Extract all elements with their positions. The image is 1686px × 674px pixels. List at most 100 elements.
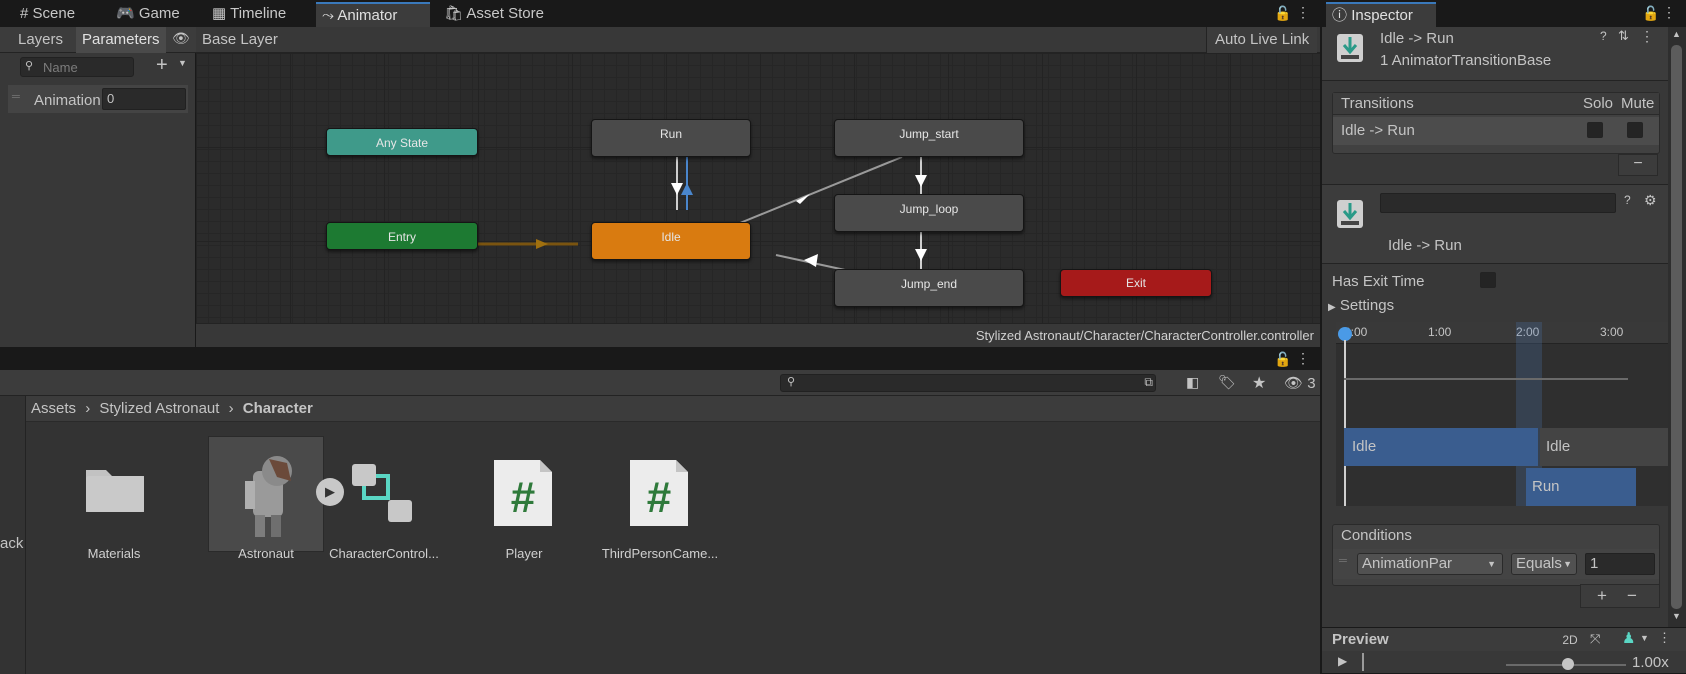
kebab-menu-icon[interactable]: ⋮ — [1296, 350, 1310, 367]
remove-transition-button[interactable]: − — [1618, 154, 1658, 176]
transition-name-input[interactable] — [1380, 193, 1616, 213]
state-any-state[interactable]: Any State — [326, 128, 478, 156]
transition-row[interactable]: Idle -> Run — [1333, 117, 1659, 145]
search-field[interactable]: ⚲ Name — [20, 57, 134, 77]
timeline-bar-run[interactable]: Run — [1526, 468, 1636, 506]
lock-icon[interactable]: 🔓 — [1274, 351, 1291, 368]
asset-label: ThirdPersonCame... — [601, 546, 719, 561]
inspector-window: ⓘ Inspector 🔓 ⋮ Idle -> Run 1 AnimatorTr… — [1320, 0, 1686, 673]
preview-scrubber[interactable] — [1362, 653, 1364, 671]
state-exit[interactable]: Exit — [1060, 269, 1212, 297]
svg-text:#: # — [511, 473, 535, 522]
state-jump-end[interactable]: Jump_end — [834, 269, 1024, 307]
breadcrumb-stylized-astronaut[interactable]: Stylized Astronaut — [99, 400, 219, 417]
mute-checkbox[interactable] — [1627, 122, 1643, 138]
assets-grid: Materials ▶ Astronaut CharacterControl..… — [26, 422, 1320, 674]
speed-slider-thumb[interactable] — [1562, 658, 1574, 670]
tab-game[interactable]: 🎮 Game — [110, 2, 200, 27]
transitions-header: Transitions Solo Mute — [1333, 93, 1659, 115]
condition-value-input[interactable]: 1 — [1585, 553, 1655, 575]
transitions-list: Transitions Solo Mute Idle -> Run — [1332, 92, 1660, 154]
breadcrumb-character[interactable]: Character — [243, 400, 313, 417]
idle-run-arrow — [681, 183, 693, 195]
preset-icon[interactable]: ⇅ — [1618, 28, 1629, 44]
add-condition-button[interactable]: + — [1597, 586, 1607, 606]
pivot-icon[interactable]: ⤧ — [1590, 631, 1600, 647]
asset-character-controller[interactable]: CharacterControl... — [316, 432, 456, 572]
preview-2d-button[interactable]: 2D — [1556, 630, 1584, 650]
timeline-bar-idle-target[interactable]: Idle — [1540, 428, 1668, 466]
auto-live-link-button[interactable]: Auto Live Link — [1206, 27, 1318, 53]
add-parameter-button[interactable]: + — [156, 54, 168, 77]
graph-canvas[interactable]: Any State Entry Run Idle Jump_start Jump… — [196, 53, 1320, 323]
kebab-menu-icon[interactable]: ⋮ — [1662, 4, 1676, 21]
info-icon: ⓘ — [1332, 7, 1348, 24]
drag-handle-icon[interactable]: ═ — [12, 91, 20, 103]
gear-icon[interactable]: ⚙ — [1644, 192, 1657, 209]
state-run[interactable]: Run — [591, 119, 751, 157]
asset-label: CharacterControl... — [329, 546, 439, 561]
scroll-thumb[interactable] — [1671, 45, 1682, 609]
state-idle[interactable]: Idle — [591, 222, 751, 260]
has-exit-time-checkbox[interactable] — [1480, 272, 1496, 288]
tab-asset-store[interactable]: 🛍 Asset Store — [438, 2, 568, 27]
state-jump-start[interactable]: Jump_start — [834, 119, 1024, 157]
eye-icon[interactable]: 👁 — [172, 30, 190, 47]
asset-search-input[interactable]: ⚲ ⧉ — [780, 374, 1156, 392]
timeline-bar-idle-source[interactable]: Idle — [1344, 428, 1538, 466]
tab-parameters[interactable]: Parameters — [76, 27, 166, 53]
tab-timeline[interactable]: ▦ Timeline — [206, 2, 306, 27]
scroll-up-icon[interactable]: ▲ — [1672, 29, 1681, 39]
tab-scene[interactable]: # Scene — [14, 2, 104, 27]
kebab-menu-icon[interactable]: ⋮ — [1296, 4, 1310, 21]
inspector-scrollbar[interactable]: ▲ ▼ — [1668, 27, 1686, 627]
hidden-packages-toggle[interactable]: 👁 3 — [1284, 374, 1316, 392]
kebab-menu-icon[interactable]: ⋮ — [1658, 630, 1671, 646]
parameter-value-input[interactable]: 0 — [102, 88, 186, 110]
play-icon[interactable]: ▶ — [1338, 654, 1347, 668]
asset-astronaut[interactable]: ▶ Astronaut — [180, 432, 344, 572]
drag-handle-icon[interactable]: ═ — [1339, 555, 1347, 567]
avatar-icon[interactable]: ♟ — [1622, 629, 1635, 647]
chevron-down-icon[interactable]: ▼ — [1640, 633, 1649, 643]
chevron-right-icon: ▶ — [1328, 302, 1336, 313]
parameter-name[interactable]: Animation — [34, 92, 110, 109]
settings-foldout[interactable]: ▶ Settings — [1328, 297, 1394, 314]
conditions-header: Conditions — [1341, 527, 1412, 544]
filter-by-label-icon[interactable]: 🏷 — [1218, 374, 1236, 391]
breadcrumb-assets[interactable]: Assets — [31, 400, 76, 417]
remove-condition-button[interactable]: − — [1627, 586, 1637, 606]
search-options-icon[interactable]: ⧉ — [1144, 375, 1153, 390]
help-icon[interactable]: ? — [1624, 193, 1631, 207]
state-jump-loop[interactable]: Jump_loop — [834, 194, 1024, 232]
playhead-icon[interactable] — [1338, 327, 1352, 341]
asset-player-script[interactable]: # Player — [450, 432, 590, 572]
lock-icon[interactable]: 🔓 — [1274, 5, 1291, 22]
tab-layers[interactable]: Layers — [18, 31, 63, 48]
tab-inspector[interactable]: ⓘ Inspector — [1326, 2, 1436, 27]
asset-materials[interactable]: Materials — [44, 432, 184, 572]
lock-icon[interactable]: 🔓 — [1642, 5, 1659, 22]
parameter-row: ═ Animation 0 — [8, 85, 188, 113]
help-icon[interactable]: ? — [1600, 29, 1607, 43]
filter-by-type-icon[interactable]: ◧ — [1186, 374, 1199, 391]
state-entry[interactable]: Entry — [326, 222, 478, 250]
jump-start-loop-arrow — [915, 175, 927, 187]
asset-label: Materials — [87, 546, 141, 561]
transition-timeline[interactable]: 0:00 1:00 2:00 3:00 Idle Idle Run — [1336, 322, 1668, 506]
window-tab-bar: # Scene 🎮 Game ▦ Timeline ⤳ Animator 🛍 A… — [0, 0, 1320, 27]
kebab-menu-icon[interactable]: ⋮ — [1640, 28, 1654, 45]
scroll-down-icon[interactable]: ▼ — [1672, 611, 1681, 621]
tab-animator[interactable]: ⤳ Animator — [316, 2, 430, 27]
inspector-title: Idle -> Run — [1380, 30, 1454, 47]
asset-third-person-camera-script[interactable]: # ThirdPersonCame... — [586, 432, 726, 572]
condition-add-remove-buttons: + − — [1580, 584, 1660, 608]
condition-operator-dropdown[interactable]: Equals ▼ — [1511, 553, 1577, 575]
condition-parameter-dropdown[interactable]: AnimationPar ▼ — [1357, 553, 1503, 575]
favorites-star-icon[interactable]: ★ — [1252, 373, 1266, 393]
solo-checkbox[interactable] — [1587, 122, 1603, 138]
chevron-down-icon[interactable]: ▼ — [178, 58, 187, 68]
condition-row: ═ AnimationPar ▼ Equals ▼ 1 — [1333, 549, 1659, 579]
layer-breadcrumb[interactable]: Base Layer — [202, 31, 278, 48]
inspector-header: Idle -> Run 1 AnimatorTransitionBase ? ⇅… — [1322, 27, 1668, 81]
